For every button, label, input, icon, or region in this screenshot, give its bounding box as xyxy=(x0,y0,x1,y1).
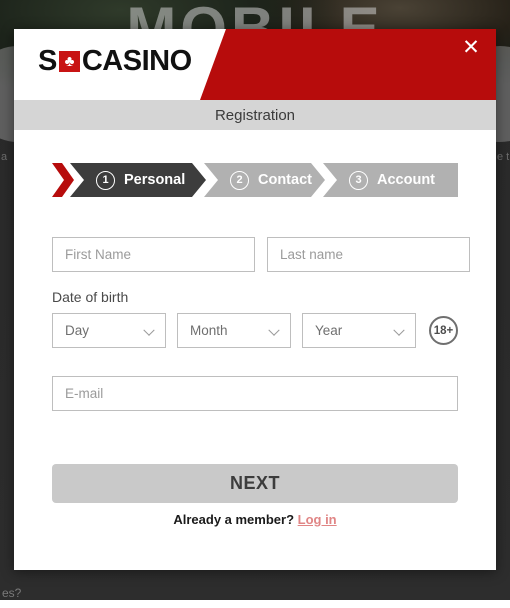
month-select[interactable]: Month xyxy=(177,313,291,348)
step-3-number: 3 xyxy=(349,171,368,190)
close-icon[interactable]: ✕ xyxy=(458,34,484,60)
month-select-value: Month xyxy=(190,323,228,338)
already-member-line: Already a member? Log in xyxy=(52,512,458,527)
step-personal[interactable]: 1 Personal xyxy=(70,163,206,197)
step-account[interactable]: 3 Account xyxy=(323,163,458,197)
page-title: Registration xyxy=(215,107,295,124)
name-field-row xyxy=(52,237,458,272)
age-restriction-icon: 18+ xyxy=(429,316,458,345)
first-name-input[interactable] xyxy=(52,237,255,272)
background-text-right: e t xyxy=(497,142,509,172)
header-red-banner xyxy=(200,29,496,100)
month-select-wrapper: Month xyxy=(177,313,291,348)
year-select-value: Year xyxy=(315,323,342,338)
step-1-label: Personal xyxy=(124,172,185,188)
date-of-birth-row: Day Month Year 18+ xyxy=(52,313,458,348)
step-2-number: 2 xyxy=(230,171,249,190)
date-of-birth-label: Date of birth xyxy=(52,289,458,305)
brand-suffix: CASINO xyxy=(82,47,192,76)
registration-stepper: 1 Personal 2 Contact 3 Account xyxy=(52,163,458,197)
registration-modal: S ♣ CASINO ✕ Registration 1 Personal 2 C… xyxy=(14,29,496,570)
login-link[interactable]: Log in xyxy=(298,512,337,527)
day-select-wrapper: Day xyxy=(52,313,166,348)
brand-logo: S ♣ CASINO xyxy=(38,47,192,76)
stepper-lead-chevron-icon xyxy=(52,163,74,197)
already-member-text: Already a member? xyxy=(173,512,297,527)
brand-prefix: S xyxy=(38,47,57,76)
step-2-label: Contact xyxy=(258,172,312,188)
step-contact[interactable]: 2 Contact xyxy=(204,163,325,197)
step-1-number: 1 xyxy=(96,171,115,190)
background-text-left: a xyxy=(1,142,7,172)
email-input[interactable] xyxy=(52,376,458,411)
last-name-input[interactable] xyxy=(267,237,470,272)
day-select[interactable]: Day xyxy=(52,313,166,348)
day-select-value: Day xyxy=(65,323,89,338)
club-suit-icon: ♣ xyxy=(59,51,80,72)
step-3-label: Account xyxy=(377,172,435,188)
modal-header: S ♣ CASINO ✕ xyxy=(14,29,496,100)
email-field-row xyxy=(52,376,458,411)
modal-body: 1 Personal 2 Contact 3 Account Date of b… xyxy=(14,163,496,527)
year-select[interactable]: Year xyxy=(302,313,416,348)
background-text-bottom: es? xyxy=(2,578,21,608)
next-button[interactable]: NEXT xyxy=(52,464,458,503)
year-select-wrapper: Year xyxy=(302,313,416,348)
modal-title-bar: Registration xyxy=(14,100,496,130)
